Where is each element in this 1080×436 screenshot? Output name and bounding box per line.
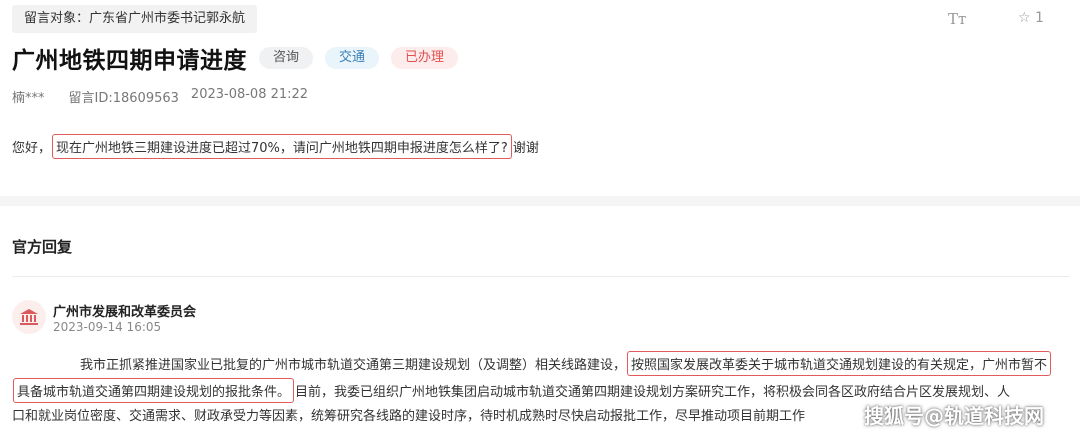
tag-consult[interactable]: 咨询 bbox=[259, 47, 314, 69]
government-building-icon bbox=[20, 309, 38, 325]
reply-divider bbox=[12, 276, 1070, 277]
reply-datetime: 2023-09-14 16:05 bbox=[53, 320, 162, 334]
tag-traffic[interactable]: 交通 bbox=[325, 47, 380, 69]
reply-org-name: 广州市发展和改革委员会 bbox=[53, 305, 197, 320]
font-size-icon[interactable]: Tт bbox=[948, 10, 966, 28]
title-row: 广州地铁四期申请进度 咨询 交通 已办理 bbox=[12, 41, 459, 75]
reply-highlight: 按照国家发展改革委关于城市轨道交通规划建设的有关规定，广州市暂不 bbox=[627, 351, 1052, 376]
reply-text: 目前，我委已组织广州地铁集团启动城市轨道交通第四期建设规划方案研究工作，将积极会… bbox=[295, 385, 1011, 400]
post-datetime: 2023-08-08 21:22 bbox=[190, 87, 309, 102]
star-icon: ☆ bbox=[1018, 10, 1031, 26]
reply-paragraph-line: 我市正抓紧推进国家业已批复的广州市城市轨道交通第三期建设规划（及调整）相关线路建… bbox=[80, 351, 1052, 376]
question-highlight: 现在广州地铁三期建设进度已超过70%，请问广州地铁四期申报进度怎么样了? bbox=[52, 134, 512, 159]
message-panel: 留言对象：广东省广州市委书记郭永航 Tт ☆ 1 广州地铁四期申请进度 咨询 交… bbox=[0, 0, 1080, 196]
message-id: 留言ID:18609563 bbox=[68, 91, 179, 106]
reply-text: 口和就业岗位密度、交通需求、财政承受力等因素，统筹研究各线路的建设时序，待时机成… bbox=[12, 409, 806, 424]
status-badge: 已办理 bbox=[391, 47, 459, 69]
question-thanks: 谢谢 bbox=[512, 141, 539, 156]
favorite-count: 1 bbox=[1035, 10, 1044, 26]
post-meta: 楠*** 留言ID:18609563 2023-08-08 21:22 bbox=[12, 87, 308, 106]
reply-highlight: 具备城市轨道交通第四期建设规划的报批条件。 bbox=[13, 378, 295, 403]
page-title: 广州地铁四期申请进度 bbox=[12, 48, 247, 74]
question-text: 您好， 现在广州地铁三期建设进度已超过70%，请问广州地铁四期申报进度怎么样了?… bbox=[12, 134, 539, 159]
watermark: 搜狐号@轨道科技网 bbox=[864, 404, 1044, 428]
section-divider bbox=[0, 196, 1080, 206]
reply-paragraph-line: 口和就业岗位密度、交通需求、财政承受力等因素，统筹研究各线路的建设时序，待时机成… bbox=[12, 405, 805, 424]
question-greeting: 您好， bbox=[12, 141, 52, 156]
author-name: 楠*** bbox=[12, 91, 45, 106]
reply-paragraph-line: 具备城市轨道交通第四期建设规划的报批条件。 目前，我委已组织广州地铁集团启动城市… bbox=[12, 378, 1010, 403]
official-reply-title: 官方回复 bbox=[12, 238, 73, 256]
reply-text: 我市正抓紧推进国家业已批复的广州市城市轨道交通第三期建设规划（及调整）相关线路建… bbox=[80, 358, 627, 373]
avatar bbox=[12, 300, 46, 334]
message-target-tag: 留言对象：广东省广州市委书记郭永航 bbox=[12, 5, 258, 33]
favorite-button[interactable]: ☆ 1 bbox=[1018, 10, 1044, 26]
